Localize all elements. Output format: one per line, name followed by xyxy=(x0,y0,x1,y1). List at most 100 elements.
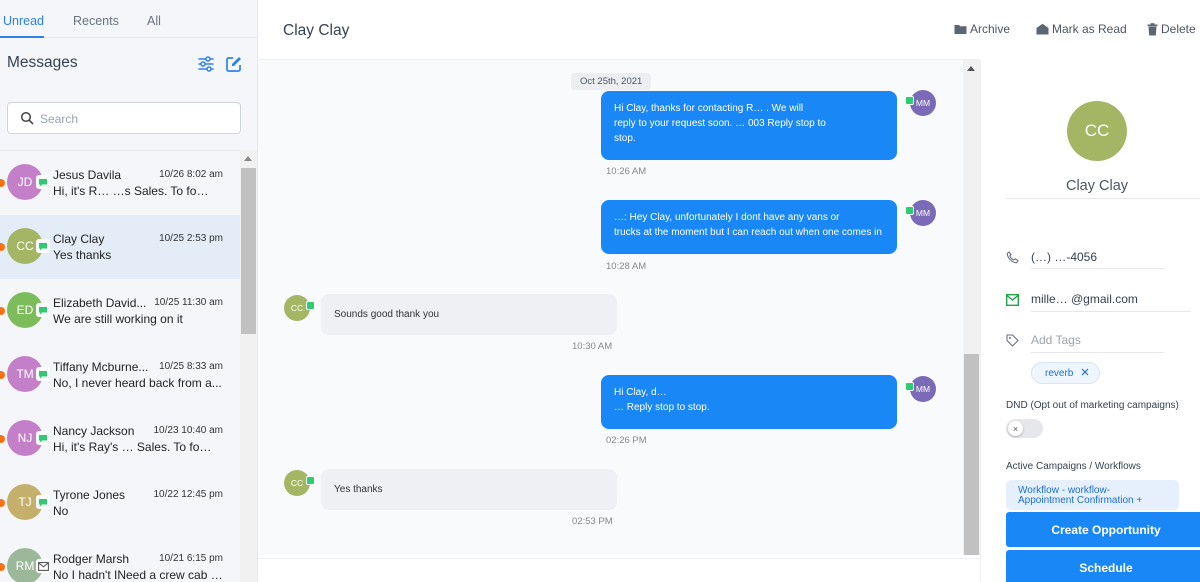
message-text-line: …: Hey Clay, unfortunately I dont have a… xyxy=(614,212,840,223)
sms-channel-icon xyxy=(905,206,914,215)
trash-icon xyxy=(1147,22,1158,35)
search-input[interactable] xyxy=(40,109,230,129)
conversation-date: 10/23 10:40 am xyxy=(153,425,224,436)
phone-underline xyxy=(1031,268,1164,269)
chat-scrollbar[interactable] xyxy=(963,60,980,555)
chat-title: Clay Clay xyxy=(283,22,350,39)
search-box xyxy=(7,102,241,134)
email-underline xyxy=(1031,311,1191,312)
message-timestamp: 02:53 PM xyxy=(572,516,613,527)
conversation-name: Tyrone Jones xyxy=(53,488,126,502)
conversation-item[interactable]: JD Jesus Davila 10/26 8:02 am Hi, it's R… …… xyxy=(0,151,240,215)
message-text-line: trucks at the moment but I can reach out… xyxy=(614,227,882,238)
sms-channel-icon xyxy=(306,301,315,310)
conversation-item[interactable]: NJ Nancy Jackson 10/23 10:40 am Hi, it's Ra… xyxy=(0,407,240,471)
message-timestamp: 10:26 AM xyxy=(606,166,647,177)
conversation-item[interactable]: TJ Tyrone Jones 10/22 12:45 pm No xyxy=(0,471,240,535)
filter-tabs: Unread Recents All xyxy=(0,0,258,38)
active-tab-indicator xyxy=(0,36,44,38)
conversation-date: 10/25 8:33 am xyxy=(159,361,223,372)
sms-channel-icon xyxy=(905,96,914,105)
unread-indicator xyxy=(0,243,5,251)
campaigns-label: Active Campaigns / Workflows xyxy=(1006,461,1141,472)
add-tags-input[interactable]: Add Tags xyxy=(1031,333,1081,347)
message-thread: Oct 25th, 2021 Hi Clay, thanks for conta… xyxy=(258,60,963,555)
chat-header: Clay Clay xyxy=(258,0,980,60)
message-timestamp: 10:30 AM xyxy=(572,341,613,352)
conversation-name: Jesus Davila xyxy=(53,168,122,182)
toggle-knob: × xyxy=(1008,421,1023,436)
message-text-line: … Reply stop to stop. xyxy=(614,402,710,413)
contact-avatar: CC xyxy=(1067,101,1127,161)
conversation-item[interactable]: TM Tiffany Mcburne... 10/25 8:33 am No, I n… xyxy=(0,343,240,407)
sms-channel-icon xyxy=(36,239,50,253)
sidebar-title: Messages xyxy=(7,54,78,71)
conversation-item[interactable]: ED Elizabeth David... 10/25 11:30 am We are… xyxy=(0,279,240,343)
folder-icon xyxy=(954,25,967,34)
message-text-line: Sounds good thank you xyxy=(334,309,440,320)
outgoing-message: Hi Clay, d… … Reply stop to stop. xyxy=(601,375,897,429)
sms-channel-icon xyxy=(36,367,50,381)
conversation-sidebar: Unread Recents All Messages JDJesus Davi… xyxy=(0,0,258,582)
unread-indicator xyxy=(0,435,5,443)
phone-field[interactable]: (…) …-4056 xyxy=(1031,250,1097,264)
message-timestamp: 10:28 AM xyxy=(606,261,647,272)
scroll-up-arrow[interactable] xyxy=(967,66,975,71)
conversation-preview: No xyxy=(53,504,69,518)
scrollbar-thumb[interactable] xyxy=(241,168,256,334)
compose-icon[interactable] xyxy=(225,55,243,73)
unread-indicator xyxy=(0,563,5,571)
conversation-name: Rodger Marsh xyxy=(53,552,130,566)
dnd-toggle[interactable]: × xyxy=(1006,419,1043,438)
conversation-preview: Hi, it's Ray's … Sales. To fo… xyxy=(53,440,212,454)
delete-label: Delete xyxy=(1161,22,1196,36)
conversation-date: 10/22 12:45 pm xyxy=(153,489,224,500)
unread-indicator xyxy=(0,307,5,315)
phone-icon xyxy=(1006,251,1019,269)
unread-indicator xyxy=(0,371,5,379)
sms-channel-icon xyxy=(36,431,50,445)
conversation-item[interactable]: CC Clay Clay 10/25 2:53 pm Yes thanks xyxy=(0,215,240,279)
incoming-message: Sounds good thank you xyxy=(321,294,617,335)
conversation-date: 10/21 6:15 pm xyxy=(159,553,223,564)
tags-underline xyxy=(1031,352,1164,353)
remove-tag-icon[interactable] xyxy=(1081,368,1089,379)
tab-all[interactable]: All xyxy=(147,14,161,28)
scroll-up-arrow[interactable] xyxy=(244,156,252,161)
delete-button[interactable]: Delete xyxy=(1147,22,1196,36)
sms-channel-icon xyxy=(905,382,914,391)
contact-name: Clay Clay xyxy=(1065,178,1129,194)
tab-unread[interactable]: Unread xyxy=(3,14,44,28)
tag-chip: reverb xyxy=(1031,362,1101,384)
create-opportunity-button[interactable]: Create Opportunity xyxy=(1006,512,1200,547)
scrollbar-thumb[interactable] xyxy=(964,354,979,555)
conversation-name: Tiffany Mcburne... xyxy=(53,360,149,374)
sms-channel-icon xyxy=(36,175,50,189)
envelope-open-icon xyxy=(1036,23,1049,35)
composer-area xyxy=(258,558,980,582)
email-channel-icon xyxy=(36,559,50,573)
message-text-line: Hi Clay, d… xyxy=(614,387,667,398)
sidebar-scrollbar[interactable] xyxy=(240,150,257,582)
tag-icon xyxy=(1006,334,1019,352)
filter-settings-icon[interactable] xyxy=(197,55,215,73)
email-field[interactable]: mille… @gmail.com xyxy=(1031,292,1138,306)
date-divider: Oct 25th, 2021 xyxy=(571,73,652,90)
conversation-preview: No I hadn't INeed a crew cab … xyxy=(53,568,223,582)
archive-button[interactable]: Archive xyxy=(954,22,1010,36)
chat-panel: Clay Clay Oct 25th, 2021 Hi Clay, thanks… xyxy=(258,0,980,582)
mark-as-read-button[interactable]: Mark as Read xyxy=(1036,22,1127,36)
outgoing-message: …: Hey Clay, unfortunately I dont have a… xyxy=(601,200,897,254)
sms-channel-icon xyxy=(36,303,50,317)
campaign-card[interactable]: Workflow - workflow- Appointment Confirm… xyxy=(1006,480,1179,510)
message-timestamp: 02:26 PM xyxy=(606,435,647,446)
schedule-button[interactable]: Schedule xyxy=(1006,550,1200,582)
email-icon xyxy=(1005,293,1020,311)
conversation-date: 10/26 8:02 am xyxy=(159,169,223,180)
outgoing-message: Hi Clay, thanks for contacting R… . We w… xyxy=(601,91,897,160)
message-text-line: stop. xyxy=(614,133,636,144)
mark-as-read-label: Mark as Read xyxy=(1052,22,1127,36)
tab-recents[interactable]: Recents xyxy=(73,14,119,28)
conversation-item[interactable]: RM Rodger Marsh 10/21 6:15 pm No I hadn't I… xyxy=(0,535,240,582)
divider xyxy=(1006,198,1200,199)
